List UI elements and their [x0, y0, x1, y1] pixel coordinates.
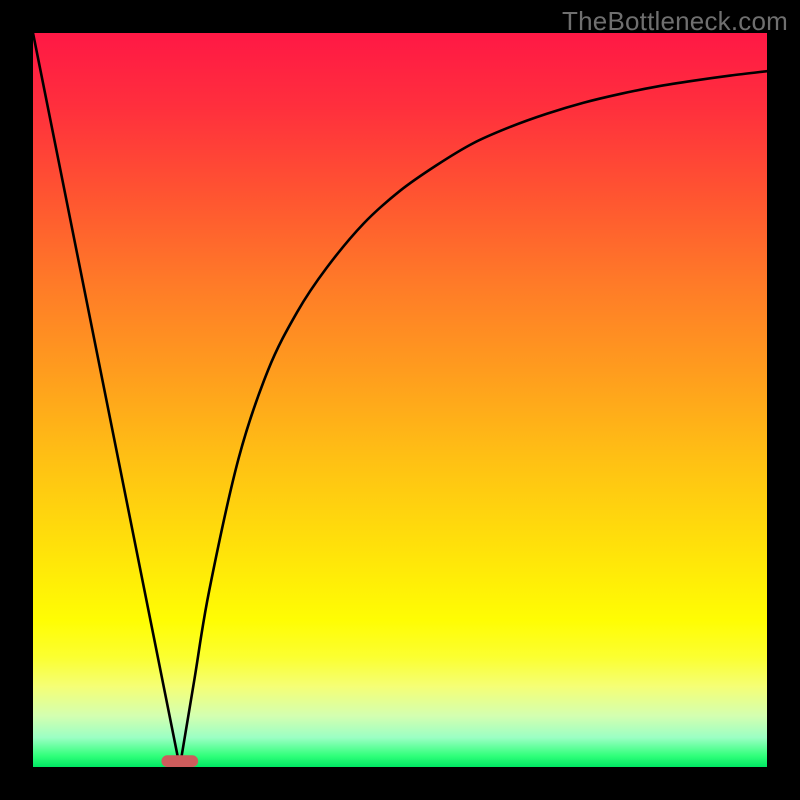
optimum-marker: [161, 755, 198, 767]
plot-area: [33, 33, 767, 767]
bottleneck-curve: [33, 33, 767, 767]
curve-svg: [33, 33, 767, 767]
chart-frame: TheBottleneck.com: [0, 0, 800, 800]
watermark-text: TheBottleneck.com: [562, 6, 788, 37]
